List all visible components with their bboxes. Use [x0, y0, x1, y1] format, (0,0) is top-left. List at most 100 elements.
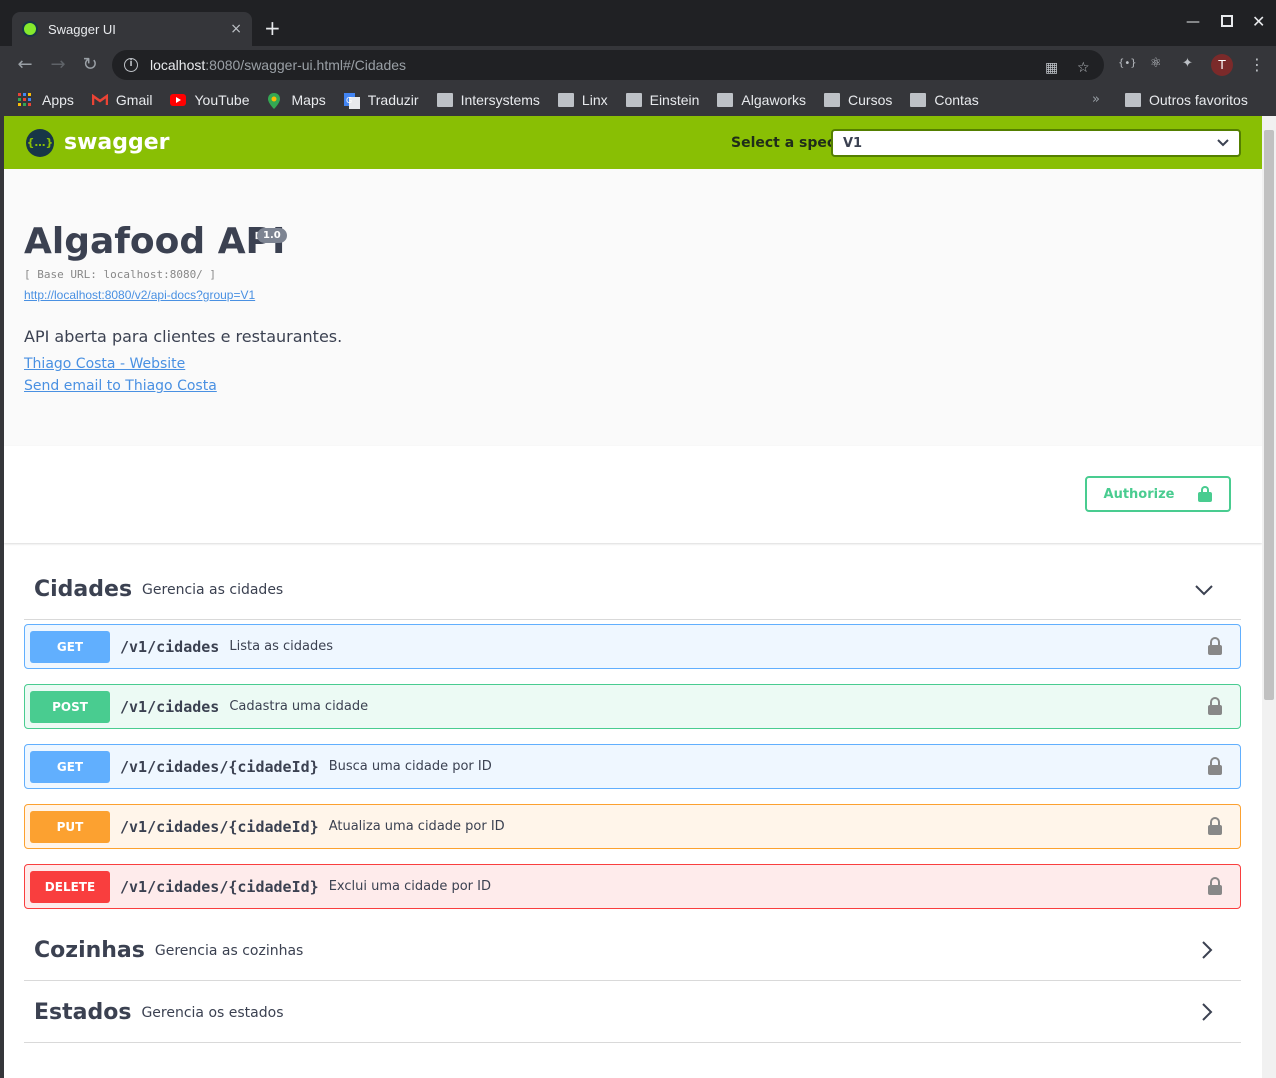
swagger-logo-text[interactable]: swagger	[64, 130, 170, 155]
page-scrollbar[interactable]	[1262, 116, 1276, 1078]
scheme-container: Authorize	[4, 446, 1262, 543]
bookmark-apps[interactable]: Apps	[18, 92, 74, 108]
browser-menu-icon[interactable]: ⋮	[1249, 55, 1265, 74]
contact-email-link[interactable]: Send email to Thiago Costa	[24, 378, 217, 394]
bookmark-folder-linx[interactable]: Linx	[557, 92, 608, 108]
operation-path: /v1/cidades	[120, 637, 220, 656]
maximize-icon[interactable]	[1221, 15, 1233, 31]
bookmark-folder-algaworks[interactable]: Algaworks	[717, 92, 806, 108]
bookmark-label: Maps	[291, 92, 326, 108]
folder-icon	[436, 93, 453, 107]
bookmark-label: Apps	[42, 92, 74, 108]
tab-close-icon[interactable]: ×	[230, 21, 242, 37]
contact-website-link[interactable]: Thiago Costa - Website	[24, 356, 185, 372]
folder-icon	[824, 93, 841, 107]
apps-grid-icon	[18, 93, 34, 107]
bookmark-label: Intersystems	[460, 92, 540, 108]
bookmark-label: Contas	[934, 92, 979, 108]
bookmark-label: Outros favoritos	[1149, 92, 1248, 108]
bookmark-label: Gmail	[115, 92, 153, 108]
tag-cozinhas[interactable]: Cozinhas Gerencia as cozinhas	[24, 921, 1241, 981]
extensions-puzzle-icon[interactable]: ✦	[1182, 56, 1193, 71]
bookmark-star-icon[interactable]: ☆	[1077, 60, 1090, 76]
page-viewport: {…} swagger Select a spec V1 Algafood AP…	[4, 116, 1262, 1078]
folder-icon	[717, 93, 734, 107]
chevron-right-icon[interactable]	[1201, 1003, 1213, 1026]
operation-delete-cidade[interactable]: DELETE /v1/cidades/{cidadeId} Exclui uma…	[24, 864, 1241, 909]
url-path: :8080/swagger-ui.html#/Cidades	[205, 57, 407, 73]
chevron-right-icon[interactable]	[1201, 941, 1213, 964]
new-tab-button[interactable]: +	[264, 18, 281, 38]
bookmark-youtube[interactable]: YouTube	[170, 92, 250, 108]
folder-icon	[910, 93, 927, 107]
maps-pin-icon	[267, 93, 284, 109]
bookmark-folder-intersystems[interactable]: Intersystems	[436, 92, 540, 108]
lock-icon[interactable]	[1208, 697, 1222, 715]
bookmark-gmail[interactable]: Gmail	[91, 92, 153, 108]
bookmarks-overflow-icon[interactable]: »	[1092, 92, 1100, 107]
operation-summary: Atualiza uma cidade por ID	[328, 819, 505, 834]
select-spec-label: Select a spec	[731, 135, 836, 151]
minimize-icon[interactable]: —	[1186, 14, 1200, 30]
bookmark-other-favorites[interactable]: Outros favoritos	[1125, 84, 1248, 116]
json-extension-icon[interactable]: {•}	[1118, 58, 1137, 69]
authorize-button[interactable]: Authorize	[1085, 476, 1231, 512]
lock-icon[interactable]	[1208, 757, 1222, 775]
lock-icon[interactable]	[1208, 817, 1222, 835]
scrollbar-thumb[interactable]	[1264, 130, 1274, 700]
folder-icon	[625, 93, 642, 107]
swagger-logo-icon[interactable]: {…}	[26, 129, 54, 157]
operation-summary: Exclui uma cidade por ID	[328, 879, 491, 894]
translate-icon: G	[343, 93, 360, 109]
translate-page-icon[interactable]: ▦	[1045, 60, 1058, 76]
chevron-down-icon[interactable]	[1195, 580, 1213, 601]
bookmark-label: YouTube	[194, 92, 250, 108]
api-info-section: Algafood API 1.0 [ Base URL: localhost:8…	[4, 169, 1262, 446]
tag-description: Gerencia os estados	[141, 1004, 284, 1021]
api-description: API aberta para clientes e restaurantes.	[24, 327, 343, 346]
bookmark-label: Algaworks	[741, 92, 807, 108]
bookmark-maps[interactable]: Maps	[267, 92, 326, 109]
react-devtools-icon[interactable]: ⚛	[1150, 56, 1162, 71]
operation-summary: Lista as cidades	[229, 639, 334, 654]
lock-icon[interactable]	[1208, 637, 1222, 655]
operation-get-cidade-by-id[interactable]: GET /v1/cidades/{cidadeId} Busca uma cid…	[24, 744, 1241, 789]
back-icon[interactable]: ←	[14, 54, 36, 76]
profile-avatar[interactable]: T	[1211, 54, 1233, 76]
swagger-favicon-icon	[22, 21, 38, 37]
operation-path: /v1/cidades/{cidadeId}	[120, 877, 319, 896]
forward-icon[interactable]: →	[47, 54, 69, 76]
tag-name: Cozinhas	[34, 938, 145, 963]
bookmark-folder-contas[interactable]: Contas	[910, 92, 979, 108]
tag-cidades[interactable]: Cidades Gerencia as cidades	[24, 560, 1241, 620]
site-info-icon[interactable]: i	[124, 58, 138, 72]
chevron-down-icon	[1217, 137, 1229, 150]
api-docs-link[interactable]: http://localhost:8080/v2/api-docs?group=…	[24, 288, 255, 302]
address-bar[interactable]: i localhost :8080/swagger-ui.html#/Cidad…	[112, 50, 1104, 80]
bookmark-folder-cursos[interactable]: Cursos	[824, 92, 892, 108]
http-method-badge: DELETE	[30, 870, 110, 903]
spec-select[interactable]: V1	[831, 129, 1241, 157]
tag-description: Gerencia as cidades	[142, 581, 284, 598]
bookmark-label: Einstein	[649, 92, 700, 108]
tag-name: Cidades	[34, 577, 133, 602]
tab-swagger-ui[interactable]: Swagger UI ×	[12, 12, 252, 46]
bookmark-folder-einstein[interactable]: Einstein	[625, 92, 700, 108]
tag-estados[interactable]: Estados Gerencia os estados	[24, 983, 1241, 1043]
swagger-topbar: {…} swagger Select a spec V1	[4, 116, 1262, 169]
operation-put-cidade[interactable]: PUT /v1/cidades/{cidadeId} Atualiza uma …	[24, 804, 1241, 849]
browser-window: Swagger UI × + — ✕ ← → ↻ i localhost :80…	[0, 0, 1276, 1078]
operation-get-cidades[interactable]: GET /v1/cidades Lista as cidades	[24, 624, 1241, 669]
svg-text:G: G	[346, 96, 352, 105]
http-method-badge: POST	[30, 690, 110, 723]
reload-icon[interactable]: ↻	[79, 54, 101, 76]
close-window-icon[interactable]: ✕	[1252, 12, 1265, 31]
lock-icon[interactable]	[1208, 877, 1222, 895]
operation-post-cidades[interactable]: POST /v1/cidades Cadastra uma cidade	[24, 684, 1241, 729]
http-method-badge: PUT	[30, 810, 110, 843]
operation-path: /v1/cidades/{cidadeId}	[120, 757, 319, 776]
operation-summary: Busca uma cidade por ID	[328, 759, 492, 774]
bookmark-traduzir[interactable]: G Traduzir	[343, 92, 419, 109]
authorize-label: Authorize	[1103, 486, 1175, 502]
api-version-badge: 1.0	[257, 228, 287, 243]
